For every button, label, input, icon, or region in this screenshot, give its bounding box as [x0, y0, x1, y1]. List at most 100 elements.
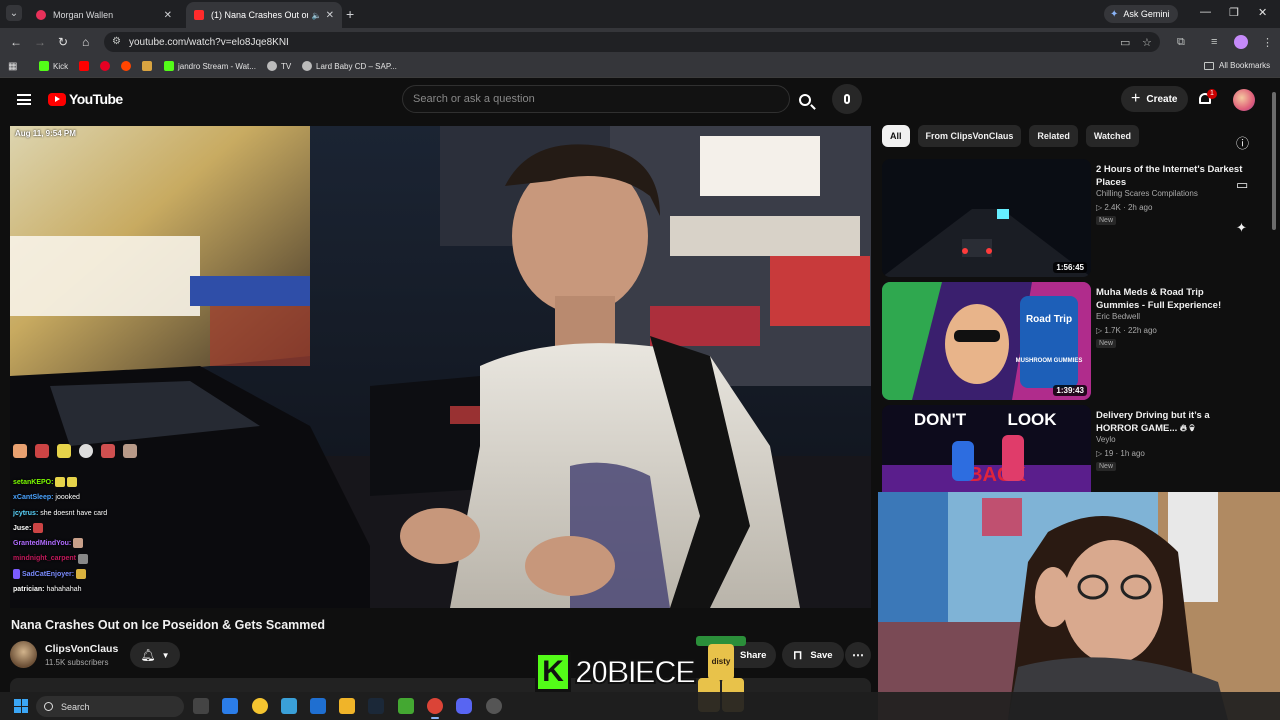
- video-player[interactable]: Aug 11, 9:54 PM setanKEPO: xCantSleep: j…: [10, 126, 871, 608]
- url-text[interactable]: youtube.com/watch?v=elo8Jqe8KNI: [129, 37, 289, 48]
- chat-line: mindnight_carpent: [13, 551, 183, 566]
- network-app-icon[interactable]: [281, 698, 297, 714]
- skull-icon: 💀︎: [1189, 423, 1195, 434]
- recommendation-channel[interactable]: Chilling Scares Compilations: [1096, 189, 1198, 198]
- task-view-icon[interactable]: [193, 698, 209, 714]
- tab-close-icon[interactable]: ✕: [326, 10, 334, 21]
- discord-icon[interactable]: [456, 698, 472, 714]
- bookmark-lard-baby[interactable]: Lard Baby CD – SAP...: [302, 61, 397, 71]
- chat-username: jcytrus:: [13, 509, 39, 517]
- back-arrow-icon[interactable]: ←: [10, 35, 22, 49]
- widgets-icon[interactable]: [222, 698, 238, 714]
- window-close-icon[interactable]: ✕: [1258, 6, 1267, 19]
- chat-line: patrician: hahahahah: [13, 582, 183, 597]
- xbox-icon[interactable]: [398, 698, 414, 714]
- bookmark-tv[interactable]: TV: [267, 61, 291, 71]
- subscription-bell-button[interactable]: 🔔︎ ▼: [130, 642, 180, 668]
- account-avatar[interactable]: [1233, 89, 1255, 111]
- bookmark-game[interactable]: [142, 61, 156, 71]
- chip-from-channel[interactable]: From ClipsVonClaus: [917, 125, 1022, 147]
- bookmark-youtube[interactable]: [79, 61, 93, 71]
- voice-search-button[interactable]: [832, 84, 862, 114]
- chip-watched[interactable]: Watched: [1085, 125, 1140, 147]
- recommendation-item[interactable]: DON'T LOOK BACK Delivery Driving but it’…: [882, 405, 1262, 493]
- apps-grid-icon[interactable]: ▦: [8, 61, 17, 72]
- speaker-icon[interactable]: 🔈: [312, 11, 322, 20]
- recommendation-channel[interactable]: Veylo: [1096, 435, 1116, 444]
- browser-tab-1[interactable]: Morgan Wallen ✕: [28, 2, 180, 28]
- search-icon: [799, 94, 811, 106]
- store-icon[interactable]: [310, 698, 326, 714]
- all-bookmarks-button[interactable]: All Bookmarks: [1204, 61, 1270, 70]
- thumbnail-text: Road Trip: [1026, 314, 1072, 325]
- video-thumbnail[interactable]: Road Trip MUSHROOM GUMMIES 1:39:43: [882, 282, 1091, 400]
- recommendation-meta: ▷ 2.4K · 2h ago: [1096, 203, 1153, 212]
- minimize-icon[interactable]: —: [1200, 6, 1211, 18]
- tab-search-button[interactable]: ⌄: [6, 5, 22, 21]
- bookmark-kick[interactable]: Kick: [39, 61, 68, 71]
- thumbnail-image: DON'T LOOK BACK: [882, 405, 1091, 493]
- obs-icon[interactable]: [486, 698, 502, 714]
- windows-start-icon[interactable]: [14, 699, 28, 713]
- new-tab-plus-icon[interactable]: +: [346, 6, 354, 22]
- chat-username: patrician:: [13, 586, 45, 594]
- more-actions-button[interactable]: ⋯: [845, 642, 871, 668]
- recommendation-title[interactable]: Delivery Driving but it’s a HORROR GAME.…: [1096, 409, 1246, 435]
- chrome-icon[interactable]: [427, 698, 443, 719]
- media-controls-icon[interactable]: ≡: [1211, 36, 1217, 48]
- search-box[interactable]: [402, 85, 790, 113]
- bookmark-jandro-stream[interactable]: jandro Stream - Wat...: [164, 61, 256, 71]
- chip-all[interactable]: All: [882, 125, 910, 147]
- info-icon[interactable]: ⓘ: [1236, 133, 1249, 152]
- restore-icon[interactable]: ❐: [1229, 6, 1239, 19]
- youtube-logo[interactable]: YouTube: [48, 91, 123, 107]
- site-info-icon[interactable]: ⚙: [112, 36, 121, 47]
- recommendation-title[interactable]: 2 Hours of the Internet's Darkest Places: [1096, 163, 1246, 189]
- scrollbar-thumb[interactable]: [1272, 92, 1276, 230]
- search-input[interactable]: [413, 92, 773, 106]
- search-button[interactable]: [791, 87, 819, 113]
- emote-icon: [73, 538, 84, 549]
- cast-icon[interactable]: ▭: [1120, 36, 1130, 49]
- edge-canary-icon[interactable]: [252, 698, 268, 714]
- bookmark-star-icon[interactable]: ☆: [1142, 36, 1152, 49]
- taskbar-search[interactable]: Search: [36, 696, 184, 717]
- webcam-overlay: [878, 492, 1280, 720]
- create-button[interactable]: + Create: [1121, 86, 1188, 112]
- chat-username: SadCatEnjoyer:: [21, 570, 75, 578]
- video-thumbnail[interactable]: 1:56:45: [882, 159, 1091, 277]
- thumbnail-text: DON'T: [914, 410, 967, 429]
- steam-icon[interactable]: [368, 698, 384, 714]
- reload-icon[interactable]: ↻: [58, 35, 68, 49]
- video-thumbnail[interactable]: DON'T LOOK BACK: [882, 405, 1091, 493]
- file-explorer-icon[interactable]: [339, 698, 355, 714]
- bookmark-pinterest[interactable]: [100, 61, 114, 71]
- browser-tab-2[interactable]: (1) Nana Crashes Out on Ic 🔈 ✕: [186, 2, 342, 28]
- menu-icon[interactable]: [17, 94, 31, 105]
- chrome-menu-icon[interactable]: ⋮: [1262, 36, 1273, 49]
- bookmark-reddit[interactable]: [121, 61, 135, 71]
- emote-icon: [13, 444, 27, 458]
- channel-name[interactable]: ClipsVonClaus: [45, 643, 118, 655]
- notifications-button[interactable]: 1: [1197, 89, 1217, 108]
- tab-close-icon[interactable]: ✕: [164, 10, 172, 21]
- upload-age: 22h ago: [1127, 326, 1157, 335]
- browser-profile-avatar[interactable]: [1234, 35, 1248, 49]
- video-title: Nana Crashes Out on Ice Poseidon & Gets …: [11, 618, 325, 632]
- chat-message: she doesnt have card: [40, 509, 108, 517]
- home-icon[interactable]: ⌂: [82, 35, 89, 49]
- recommendation-item[interactable]: 1:56:45 2 Hours of the Internet's Darkes…: [882, 159, 1262, 277]
- chip-related[interactable]: Related: [1029, 125, 1078, 147]
- extensions-icon[interactable]: ⧉: [1177, 36, 1185, 49]
- save-button[interactable]: ⊓ Save: [782, 642, 844, 668]
- game-icon: [142, 61, 152, 71]
- recommendation-title[interactable]: Muha Meds & Road Trip Gummies - Full Exp…: [1096, 286, 1246, 312]
- create-label: Create: [1146, 93, 1178, 105]
- bookmarks-bar: ▦ Kick jandro Stream - Wat... TV Lard Ba…: [0, 56, 1280, 78]
- forward-arrow-icon[interactable]: →: [34, 35, 46, 49]
- channel-avatar[interactable]: [10, 641, 37, 668]
- recommendation-channel[interactable]: Eric Bedwell: [1096, 312, 1140, 321]
- recommendation-item[interactable]: Road Trip MUSHROOM GUMMIES 1:39:43 Muha …: [882, 282, 1262, 400]
- ask-gemini-button[interactable]: ✦ Ask Gemini: [1104, 5, 1178, 23]
- omnibox[interactable]: ⚙ youtube.com/watch?v=elo8Jqe8KNI: [104, 32, 1160, 52]
